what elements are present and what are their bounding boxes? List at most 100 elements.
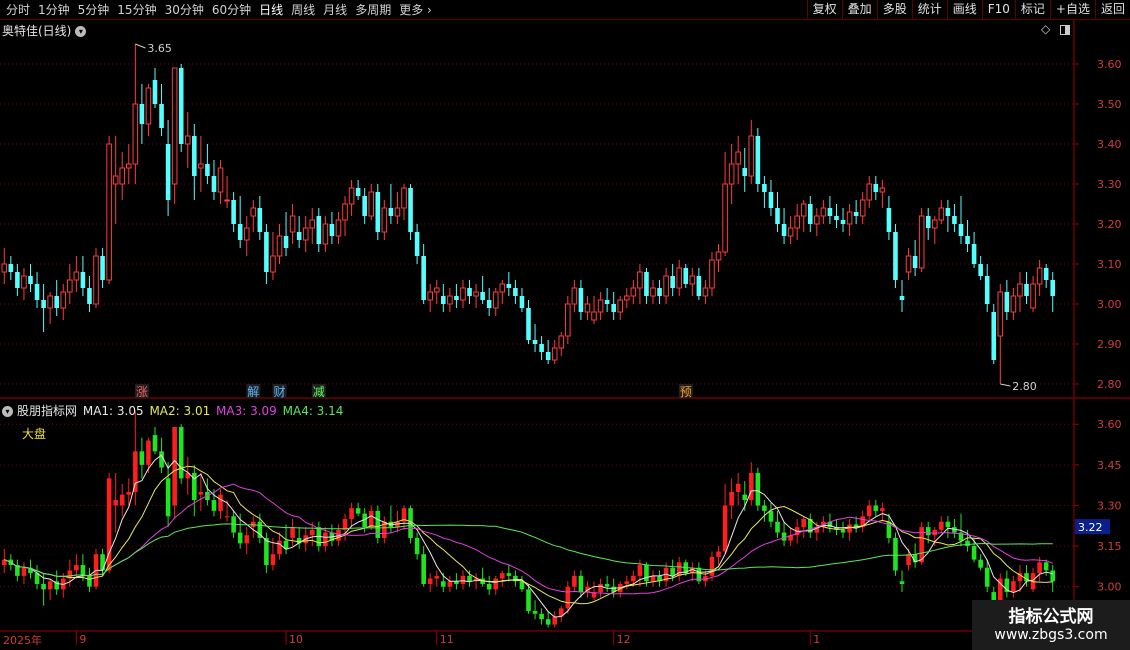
lower-candle-body [460, 575, 466, 584]
lower-candle-body [486, 583, 492, 590]
upper-candle-body [604, 300, 610, 304]
upper-candle-body [1010, 295, 1017, 313]
upper-candle-body [408, 188, 413, 232]
upper-candle-body [368, 191, 375, 217]
upper-candle-body [309, 219, 316, 229]
upper-candle-body [742, 168, 748, 176]
event-marker-3: 减 [313, 385, 325, 399]
lower-tick-label: 3.45 [1097, 459, 1122, 472]
lower-candle-body [152, 435, 158, 452]
upper-candle-body [775, 208, 780, 224]
upper-candle-body [257, 208, 263, 232]
high-price-label: 3.65 [147, 42, 172, 55]
lower-candle-body [965, 540, 970, 547]
lower-candle-body [41, 583, 46, 590]
upper-candle-body [722, 183, 728, 253]
chevron-down-icon[interactable]: ▾ [2, 406, 13, 417]
lower-candle-body [1011, 581, 1016, 593]
lower-candle-body [323, 532, 328, 547]
upper-candle-body [571, 287, 578, 305]
upper-candle-body [184, 135, 191, 145]
upper-candle-body [630, 287, 637, 297]
lower-candle-body [139, 451, 145, 465]
upper-candle-body [283, 236, 289, 248]
stock-chart[interactable]: 3.60 3.50 3.40 3.30 3.20 3.10 3.00 2.90 2.80 3.60… [0, 0, 1130, 650]
chart-annotations: 3.65 2.80 涨 解财 减 预 3.22 [134, 42, 1110, 535]
lower-candle-body [113, 500, 118, 506]
upper-candle-body [100, 256, 105, 280]
upper-candle-body [171, 67, 178, 185]
chevron-down-icon[interactable]: ▾ [75, 26, 87, 37]
upper-tick-label: 2.80 [1097, 378, 1122, 391]
upper-candle-body [139, 104, 145, 124]
lower-candle-body [768, 510, 774, 522]
upper-candle-body [1050, 280, 1056, 296]
lower-candle-body [939, 521, 944, 530]
upper-candle-body [486, 300, 492, 308]
upper-candle-body [519, 296, 525, 308]
upper-tick-label: 3.50 [1097, 98, 1122, 111]
upper-candle-body [217, 167, 224, 193]
lower-candle-body [421, 554, 426, 584]
lower-candle-body [742, 494, 748, 501]
upper-candle-body [958, 224, 964, 236]
upper-candle-body [1017, 283, 1023, 297]
lower-candle-body [434, 575, 440, 579]
lower-candle-body [1043, 562, 1049, 571]
upper-candle-body [814, 215, 820, 225]
lower-candle-body [526, 589, 531, 612]
event-marker-0: 涨 [136, 384, 148, 399]
upper-candle-body [433, 287, 440, 293]
upper-candle-body [316, 216, 322, 244]
upper-candle-body [539, 344, 544, 352]
upper-candle-body [748, 135, 755, 177]
upper-candle-body [454, 296, 459, 300]
upper-tick-label: 3.40 [1097, 138, 1122, 151]
lower-candle-body [552, 616, 558, 625]
upper-candle-body [499, 283, 506, 293]
upper-candle-body [145, 87, 152, 125]
lower-candle-body [467, 575, 472, 582]
lower-candle-body [735, 483, 741, 492]
upper-candle-body [853, 212, 859, 216]
lower-tick-label: 3.60 [1097, 418, 1122, 431]
event-marker-2: 财 [273, 385, 285, 399]
time-axis: 2025年9101112123 [3, 631, 1109, 647]
upper-candle-body [467, 288, 472, 296]
upper-candle-body [899, 296, 905, 300]
upper-candle-body [617, 299, 624, 313]
upper-candle-body [925, 216, 931, 228]
upper-tick-label: 3.60 [1097, 58, 1122, 71]
upper-candle-body [441, 296, 446, 304]
lower-candle-body [100, 554, 105, 571]
lower-candle-body [749, 472, 754, 501]
lower-candle-body [1037, 562, 1042, 574]
upper-candle-body [8, 264, 14, 272]
upper-candle-body [952, 216, 957, 224]
lower-candle-body [906, 554, 911, 566]
price-axis: 3.60 3.50 3.40 3.30 3.20 3.10 3.00 2.90 2.80 3.60… [1074, 58, 1122, 594]
month-label-10: 10 [289, 633, 303, 646]
upper-candle-body [912, 256, 918, 268]
upper-tick-label: 3.00 [1097, 298, 1122, 311]
lower-candle-body [631, 575, 636, 582]
grid-lines [0, 63, 1074, 588]
upper-candle-body [381, 207, 388, 233]
upper-candle-body [945, 208, 951, 216]
upper-candle-body [807, 204, 813, 224]
current-price-label: 3.22 [1078, 521, 1103, 534]
diamond-icon[interactable]: ◇ [1041, 22, 1050, 36]
lower-candle-body [414, 537, 420, 555]
lower-candle-body [722, 505, 728, 552]
upper-candle-body [866, 183, 873, 201]
upper-candle-body [159, 104, 164, 128]
lower-candle-body [165, 478, 171, 517]
upper-candle-body [1043, 268, 1049, 280]
upper-candle-body [264, 232, 269, 272]
upper-candle-body [820, 207, 827, 217]
panel-toggle-icon[interactable] [1060, 24, 1071, 35]
upper-candle-body [834, 216, 839, 220]
year-label: 2025年 [3, 633, 42, 647]
high-pointer [135, 43, 146, 49]
upper-candle-body [905, 255, 912, 273]
